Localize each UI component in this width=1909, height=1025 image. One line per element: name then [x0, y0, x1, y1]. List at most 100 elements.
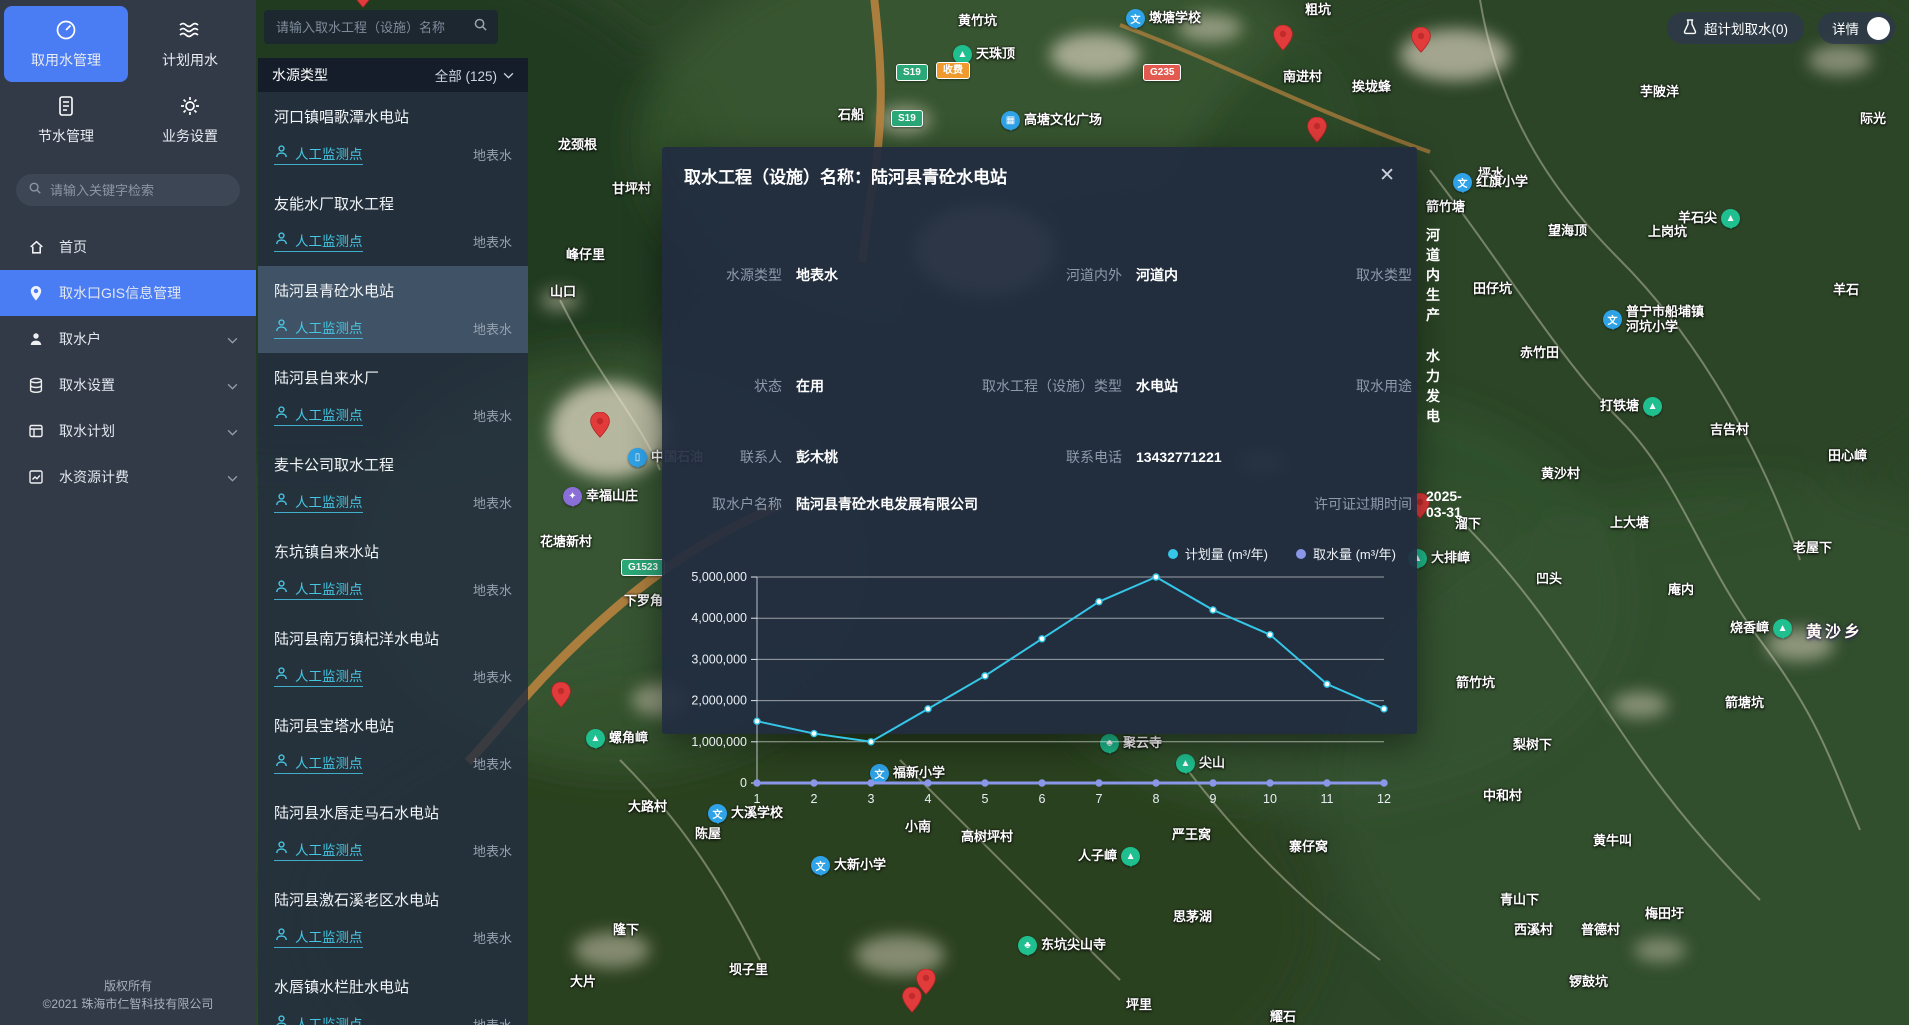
school-pin-icon: 文 — [1126, 9, 1145, 28]
person-icon — [274, 840, 289, 858]
manual-monitor-link[interactable]: 人工监测点 — [274, 404, 363, 426]
module-label: 计划用水 — [162, 50, 218, 70]
red-marker-pin[interactable] — [1273, 25, 1293, 51]
map-poi-school: 文普宁市船埔镇 河坑小学 — [1603, 305, 1704, 335]
chevron-down-icon — [227, 469, 238, 485]
water-source-filter[interactable]: 水源类型 全部 (125) — [258, 58, 528, 92]
map-place-label: 芋陂洋 — [1640, 85, 1679, 100]
red-marker-pin[interactable] — [353, 0, 373, 8]
legend-dot-icon — [1168, 549, 1178, 559]
sidebar-item-3[interactable]: 取水户 — [0, 316, 256, 362]
module-label: 节水管理 — [38, 126, 94, 146]
svg-text:2: 2 — [811, 792, 818, 806]
person-icon — [274, 666, 289, 684]
sidebar-search[interactable] — [16, 174, 240, 206]
road-shield: G1523 — [621, 559, 665, 576]
road-shield: 收费 — [936, 62, 970, 79]
sidebar-item-6[interactable]: 水资源计费 — [0, 454, 256, 500]
over-plan-intake-label: 超计划取水(0) — [1704, 18, 1788, 38]
station-list-item-5[interactable]: 麦卡公司取水工程人工监测点地表水 — [258, 440, 528, 527]
red-marker-pin[interactable] — [902, 987, 922, 1013]
sidebar-item-4[interactable]: 取水设置 — [0, 362, 256, 408]
station-list-item-7[interactable]: 陆河县南万镇杞洋水电站人工监测点地表水 — [258, 614, 528, 701]
station-list: 河口镇唱歌潭水电站人工监测点地表水友能水厂取水工程人工监测点地表水陆河县青砼水电… — [258, 92, 528, 1025]
copyright-line2: ©2021 珠海市仁智科技有限公司 — [0, 995, 256, 1013]
map-poi-label: 羊石尖 — [1678, 211, 1717, 226]
manual-monitor-link[interactable]: 人工监测点 — [274, 143, 363, 165]
map-poi-mountain: ▲烧香嶂 — [1730, 619, 1792, 638]
module-tile-3[interactable]: 节水管理 — [4, 82, 128, 158]
red-marker-pin[interactable] — [551, 682, 571, 708]
field-value: 在用 — [796, 376, 946, 396]
map-place-label: 庵内 — [1668, 583, 1694, 598]
manual-monitor-link[interactable]: 人工监测点 — [274, 317, 363, 339]
red-marker-pin[interactable] — [1307, 117, 1327, 143]
sidebar-item-1[interactable]: 首页 — [0, 224, 256, 270]
close-icon[interactable]: ✕ — [1379, 164, 1395, 187]
legend-dot-icon — [1296, 549, 1306, 559]
over-plan-intake-button[interactable]: 超计划取水(0) — [1667, 12, 1804, 44]
station-list-item-4[interactable]: 陆河县自来水厂人工监测点地表水 — [258, 353, 528, 440]
person-icon — [274, 405, 289, 423]
sidebar-item-2[interactable]: 取水口GIS信息管理 — [0, 270, 256, 316]
field-label: 河道内外 — [946, 265, 1136, 285]
field-value: 彭木桃 — [796, 447, 946, 467]
manual-monitor-link[interactable]: 人工监测点 — [274, 1013, 363, 1025]
filter-dropdown[interactable]: 全部 (125) — [435, 65, 514, 85]
detail-field-row: 状态在用取水工程（设施）类型水电站取水用途水力发电 — [692, 346, 1391, 426]
manual-monitor-link[interactable]: 人工监测点 — [274, 491, 363, 513]
field-value: 地表水 — [796, 265, 946, 285]
menu-label: 取水计划 — [59, 421, 115, 441]
map-place-label: 田仔坑 — [1473, 282, 1512, 297]
map-poi-label: 烧香嶂 — [1730, 621, 1769, 636]
water-type-label: 地表水 — [473, 841, 512, 860]
station-search-input[interactable] — [276, 20, 465, 35]
map-place-label: 挨垅蜂 — [1352, 80, 1391, 95]
station-detail-modal: 取水工程（设施）名称：陆河县青砼水电站 ✕ 水源类型地表水河道内外河道内取水类型… — [662, 147, 1417, 734]
chart-legend: 计划量 (m³/年) 取水量 (m³/年) — [677, 544, 1402, 563]
modal-title: 取水工程（设施）名称：陆河县青砼水电站 — [684, 163, 1007, 188]
field-label: 许可证过期时间 — [1286, 494, 1426, 514]
module-tile-1[interactable]: 取用水管理 — [4, 6, 128, 82]
station-list-item-9[interactable]: 陆河县水唇走马石水电站人工监测点地表水 — [258, 788, 528, 875]
red-marker-pin[interactable] — [590, 412, 610, 438]
station-list-panel: 水源类型 全部 (125) 河口镇唱歌潭水电站人工监测点地表水友能水厂取水工程人… — [258, 58, 528, 1025]
module-tile-2[interactable]: 计划用水 — [128, 6, 252, 82]
module-label: 业务设置 — [162, 126, 218, 146]
station-list-item-6[interactable]: 东坑镇自来水站人工监测点地表水 — [258, 527, 528, 614]
station-list-item-10[interactable]: 陆河县激石溪老区水电站人工监测点地表水 — [258, 875, 528, 962]
manual-monitor-link[interactable]: 人工监测点 — [274, 578, 363, 600]
manual-monitor-link[interactable]: 人工监测点 — [274, 230, 363, 252]
svg-text:6: 6 — [1039, 792, 1046, 806]
map-place-label: 寨仔窝 — [1289, 840, 1328, 855]
red-marker-pin[interactable] — [1411, 27, 1431, 53]
station-list-item-3[interactable]: 陆河县青砼水电站人工监测点地表水 — [258, 266, 528, 353]
gas-pin-icon: ▯ — [628, 448, 647, 467]
map-place-label: 青山下 — [1500, 893, 1539, 908]
station-list-item-1[interactable]: 河口镇唱歌潭水电站人工监测点地表水 — [258, 92, 528, 179]
map-place-label: 老屋下 — [1793, 541, 1832, 556]
map-poi-label: 螺角嶂 — [609, 731, 648, 746]
manual-monitor-link[interactable]: 人工监测点 — [274, 839, 363, 861]
legend-item[interactable]: 计划量 (m³/年) — [1168, 544, 1268, 563]
station-search[interactable] — [264, 10, 498, 44]
manual-monitor-link[interactable]: 人工监测点 — [274, 752, 363, 774]
person-icon — [274, 579, 289, 597]
station-list-item-2[interactable]: 友能水厂取水工程人工监测点地表水 — [258, 179, 528, 266]
sidebar-item-5[interactable]: 取水计划 — [0, 408, 256, 454]
map-place-label: 中和村 — [1483, 789, 1522, 804]
detail-toggle[interactable]: 详情 — [1818, 12, 1895, 44]
field-label: 联系电话 — [946, 447, 1136, 467]
module-tile-4[interactable]: 业务设置 — [128, 82, 252, 158]
legend-item[interactable]: 取水量 (m³/年) — [1296, 544, 1396, 563]
manual-monitor-link[interactable]: 人工监测点 — [274, 926, 363, 948]
legend-label: 取水量 (m³/年) — [1313, 544, 1396, 563]
sidebar-search-input[interactable] — [50, 183, 228, 198]
field-value: 2025-03-31 — [1426, 488, 1462, 520]
station-list-item-11[interactable]: 水唇镇水栏肚水电站人工监测点地表水 — [258, 962, 528, 1025]
station-list-item-8[interactable]: 陆河县宝塔水电站人工监测点地表水 — [258, 701, 528, 788]
station-name: 东坑镇自来水站 — [274, 541, 512, 562]
search-icon[interactable] — [473, 17, 488, 37]
manual-monitor-link[interactable]: 人工监测点 — [274, 665, 363, 687]
user-icon — [28, 331, 45, 348]
